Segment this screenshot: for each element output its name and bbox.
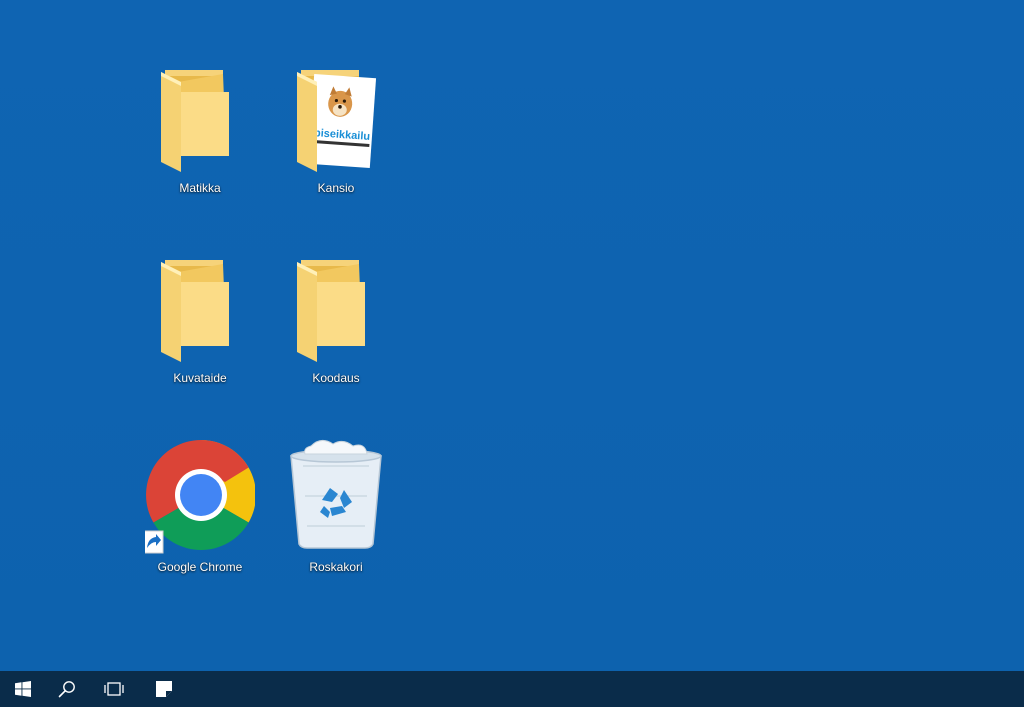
desktop-icon-koodaus[interactable]: Koodaus [281, 250, 391, 390]
icon-label: Matikka [179, 181, 221, 195]
desktop[interactable]: Matikka piseikkailu Kansio Kuvataide Koo… [0, 0, 1024, 671]
taskbar [0, 671, 1024, 707]
icon-label: Koodaus [312, 371, 360, 385]
recycle-bin-icon [290, 440, 382, 549]
icon-label: Google Chrome [157, 560, 243, 574]
task-view-icon [104, 682, 124, 696]
desktop-icon-matikka[interactable]: Matikka [145, 60, 255, 200]
icon-label: Roskakori [309, 560, 363, 574]
folder-icon [161, 260, 229, 362]
sticky-notes-button[interactable] [141, 671, 187, 707]
desktop-icon-kansio[interactable]: piseikkailu Kansio [281, 60, 391, 200]
folder-icon [297, 260, 365, 362]
desktop-icon-kuvataide[interactable]: Kuvataide [145, 250, 255, 390]
icon-label: Kansio [317, 181, 355, 195]
chrome-icon [145, 440, 255, 554]
start-button[interactable] [0, 671, 46, 707]
search-button[interactable] [44, 671, 90, 707]
desktop-icon-roskakori[interactable]: Roskakori [281, 436, 391, 581]
icon-label: Kuvataide [173, 371, 227, 385]
search-icon [58, 681, 75, 698]
windows-start-icon [15, 681, 31, 697]
sticky-notes-icon [156, 681, 172, 697]
folder-icon [161, 70, 229, 172]
desktop-icon-google-chrome[interactable]: Google Chrome [145, 436, 255, 581]
task-view-button[interactable] [91, 671, 137, 707]
folder-with-image-icon: piseikkailu [297, 70, 377, 172]
